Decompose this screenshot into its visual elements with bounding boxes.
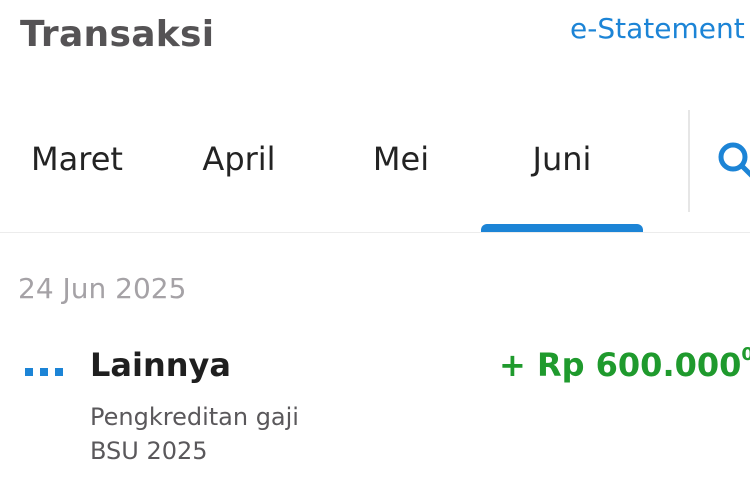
transaction-description-line2: BSU 2025 (90, 437, 208, 465)
transaction-description: Pengkreditan gaji BSU 2025 (90, 400, 299, 468)
search-icon (718, 142, 750, 178)
search-button[interactable] (714, 138, 750, 188)
transaction-category: Lainnya (90, 346, 231, 384)
tab-mei[interactable]: Mei (320, 140, 482, 178)
divider (0, 232, 750, 233)
tabs-divider (688, 110, 690, 212)
transaction-amount: + Rp 600.00000 (499, 344, 750, 384)
tab-maret[interactable]: Maret (0, 140, 158, 178)
page-title: Transaksi (20, 14, 215, 55)
more-dots-icon (25, 368, 65, 378)
transaction-description-line1: Pengkreditan gaji (90, 403, 299, 431)
month-tabs: Maret April Mei Juni (0, 110, 750, 233)
transaction-date-header: 24 Jun 2025 (18, 272, 187, 305)
transaction-amount-main: + Rp 600.000 (499, 346, 742, 384)
tab-juni[interactable]: Juni (481, 140, 643, 178)
transaction-amount-cents: 00 (741, 344, 750, 365)
tab-april[interactable]: April (158, 140, 320, 178)
estatement-link[interactable]: e-Statement (570, 12, 745, 45)
transactions-screen: Transaksi e-Statement Maret April Mei Ju… (0, 0, 750, 500)
